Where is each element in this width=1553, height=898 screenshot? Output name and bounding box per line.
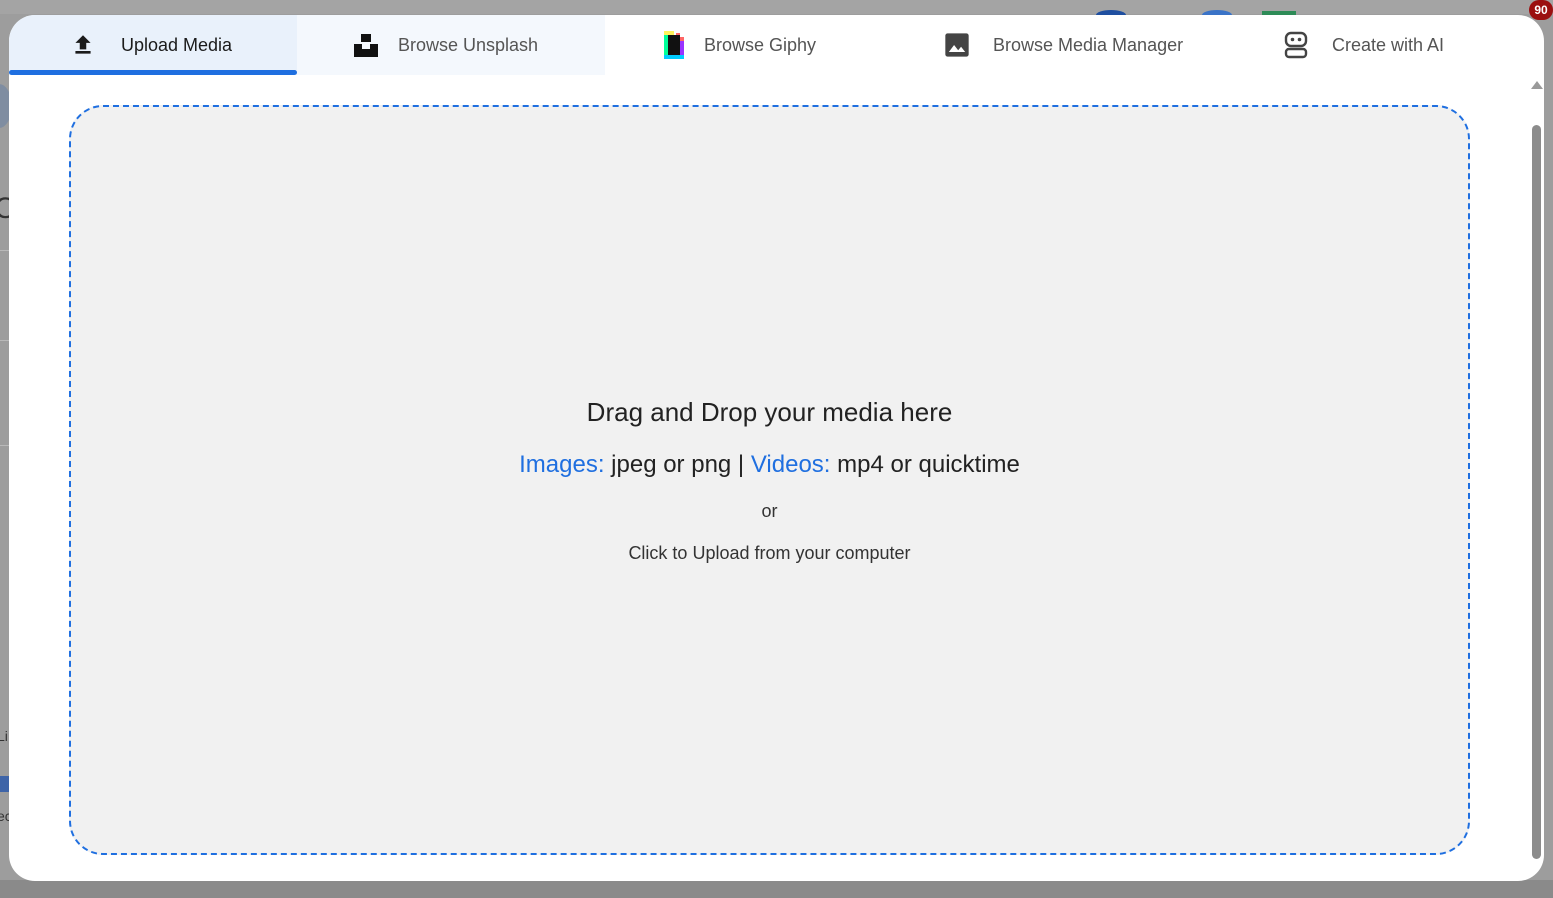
robot-icon [1282,31,1310,59]
unsplash-icon [352,31,380,59]
media-source-tabs: Upload Media Browse Unsplash Browse Giph… [9,15,1544,75]
tab-label: Browse Unsplash [398,34,539,55]
videos-label: Videos: [750,451,831,478]
tab-label: Create with AI [1332,34,1445,55]
accepted-file-types: Images: jpeg or png | Videos: mp4 or qui… [71,451,1468,479]
image-icon [943,31,971,59]
dropzone-title: Drag and Drop your media here [586,397,953,427]
scrollbar-thumb[interactable] [1532,125,1541,859]
images-label: Images: [519,451,605,478]
tab-upload-media[interactable]: Upload Media [9,15,297,75]
or-separator: or [761,501,778,521]
giphy-icon [660,31,688,59]
click-to-upload-link[interactable]: Click to Upload from your computer [71,543,1468,564]
tab-label: Browse Media Manager [993,34,1184,55]
tab-label: Browse Giphy [704,34,817,55]
tab-label: Upload Media [121,34,233,55]
notification-badge[interactable]: 90 [1529,0,1553,20]
background-bottom-strip [0,880,1553,898]
media-dropzone[interactable]: Drag and Drop your media here Images: jp… [69,105,1470,855]
scroll-up-arrow-icon[interactable] [1531,81,1543,89]
media-upload-modal: Upload Media Browse Unsplash Browse Giph… [9,15,1544,881]
tab-browse-unsplash[interactable]: Browse Unsplash [297,15,605,75]
videos-types: mp4 or quicktime [830,451,1020,478]
upload-icon [69,31,97,59]
modal-scrollbar[interactable] [1530,79,1544,879]
background-text-fragment: Li [0,728,8,744]
images-types: jpeg or png | [604,451,751,478]
active-tab-indicator [9,70,297,75]
tab-browse-media-manager[interactable]: Browse Media Manager [905,15,1275,75]
tab-browse-giphy[interactable]: Browse Giphy [605,15,905,75]
background-topbar [0,0,1553,14]
tab-create-with-ai[interactable]: Create with AI [1275,15,1544,75]
